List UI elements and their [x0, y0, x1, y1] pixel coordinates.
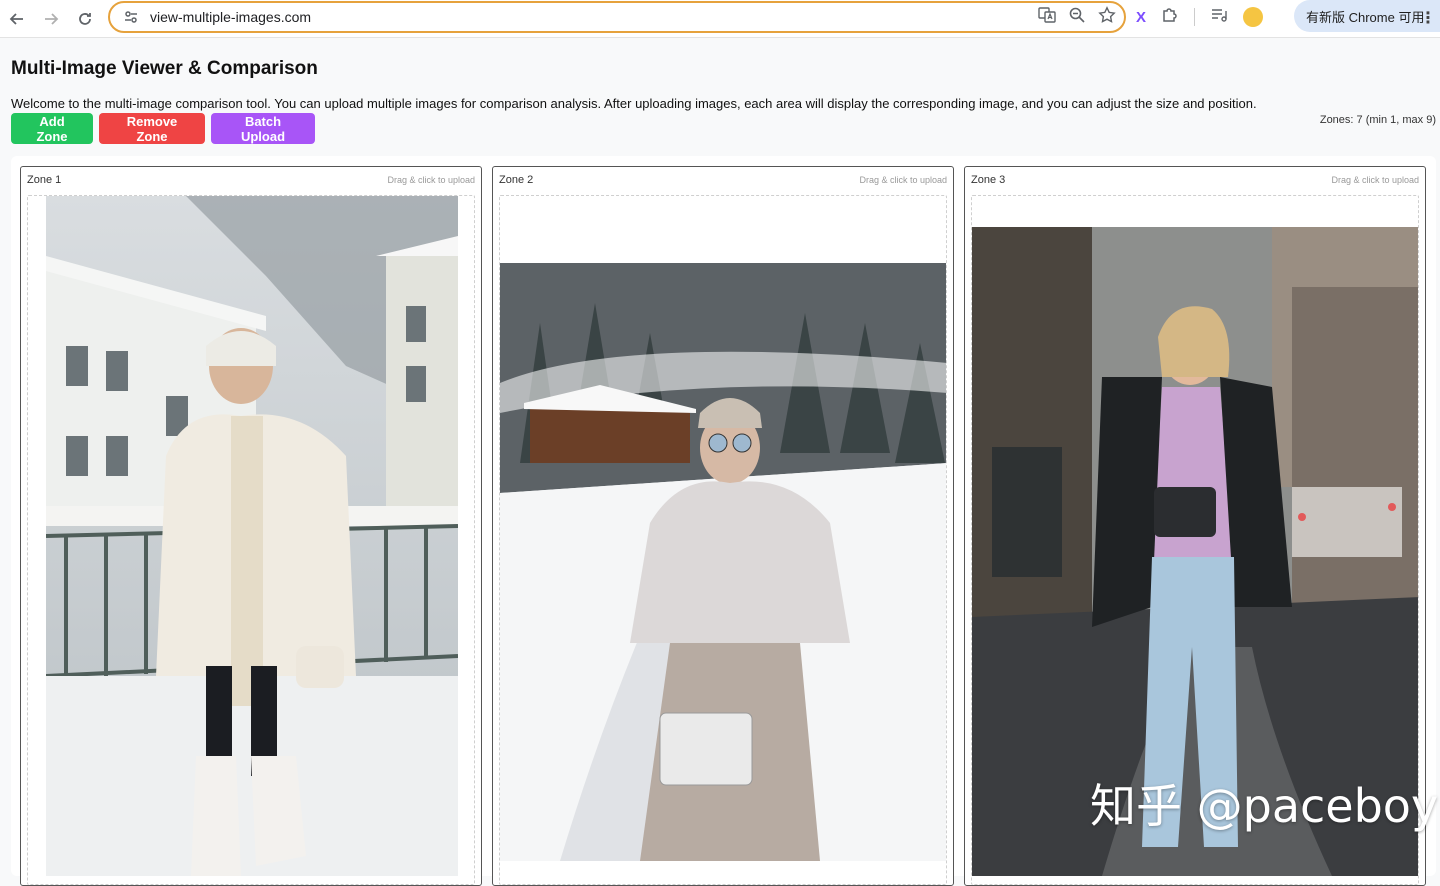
zone-title: Zone 3	[971, 174, 1006, 186]
watermark-logo: 知乎 @paceboy	[1090, 779, 1439, 833]
batch-upload-button[interactable]: Batch Upload	[211, 113, 315, 144]
translate-icon[interactable]	[1038, 6, 1056, 29]
media-queue-icon[interactable]	[1209, 5, 1229, 30]
remove-zone-button[interactable]: Remove Zone	[99, 113, 205, 144]
zone-header: Zone 1 Drag & click to upload	[21, 167, 481, 193]
zones-count: Zones: 7 (min 1, max 9)	[1319, 114, 1436, 126]
upload-drop-area[interactable]	[27, 195, 475, 885]
profile-avatar[interactable]	[1243, 7, 1264, 27]
reload-icon[interactable]	[68, 3, 102, 35]
divider	[1194, 8, 1196, 26]
site-settings-icon[interactable]	[116, 9, 146, 25]
zone-hint: Drag & click to upload	[859, 175, 947, 185]
zone-1: Zone 1 Drag & click to upload	[20, 166, 482, 886]
zone-hint: Drag & click to upload	[1331, 175, 1419, 185]
add-zone-button[interactable]: Add Zone	[11, 113, 93, 144]
extensions-puzzle-icon[interactable]	[1160, 5, 1180, 30]
zones-container: Zone 1 Drag & click to upload Zone 2 Dra…	[11, 156, 1436, 886]
zone-header: Zone 2 Drag & click to upload	[493, 167, 953, 193]
zone-header: Zone 3 Drag & click to upload	[965, 167, 1425, 193]
zone-image[interactable]	[500, 263, 946, 861]
zone-title: Zone 2	[499, 174, 534, 186]
zone-image[interactable]	[46, 196, 458, 876]
zone-title: Zone 1	[27, 174, 62, 186]
toolbar: Add Zone Remove Zone Batch Upload	[11, 113, 315, 144]
zone-2: Zone 2 Drag & click to upload	[492, 166, 954, 886]
welcome-text: Welcome to the multi-image comparison to…	[11, 96, 1257, 111]
zone-hint: Drag & click to upload	[387, 175, 475, 185]
bookmark-star-icon[interactable]	[1098, 5, 1116, 29]
url-text: view-multiple-images.com	[150, 9, 312, 25]
browser-toolbar: view-multiple-images.com X 有新版 Chrome 可用…	[0, 0, 1440, 38]
page-title: Multi-Image Viewer & Comparison	[11, 58, 318, 79]
address-bar[interactable]: view-multiple-images.com	[108, 1, 1126, 33]
chrome-update-button[interactable]: 有新版 Chrome 可用	[1294, 0, 1440, 32]
forward-icon[interactable]	[34, 3, 68, 35]
back-icon[interactable]	[0, 3, 34, 35]
extension-x-icon[interactable]: X	[1136, 9, 1146, 26]
upload-drop-area[interactable]	[499, 195, 947, 885]
zoom-icon[interactable]	[1068, 6, 1086, 29]
update-label: 有新版 Chrome 可用	[1306, 9, 1425, 25]
more-menu-icon[interactable]: ⋮	[1420, 8, 1436, 28]
